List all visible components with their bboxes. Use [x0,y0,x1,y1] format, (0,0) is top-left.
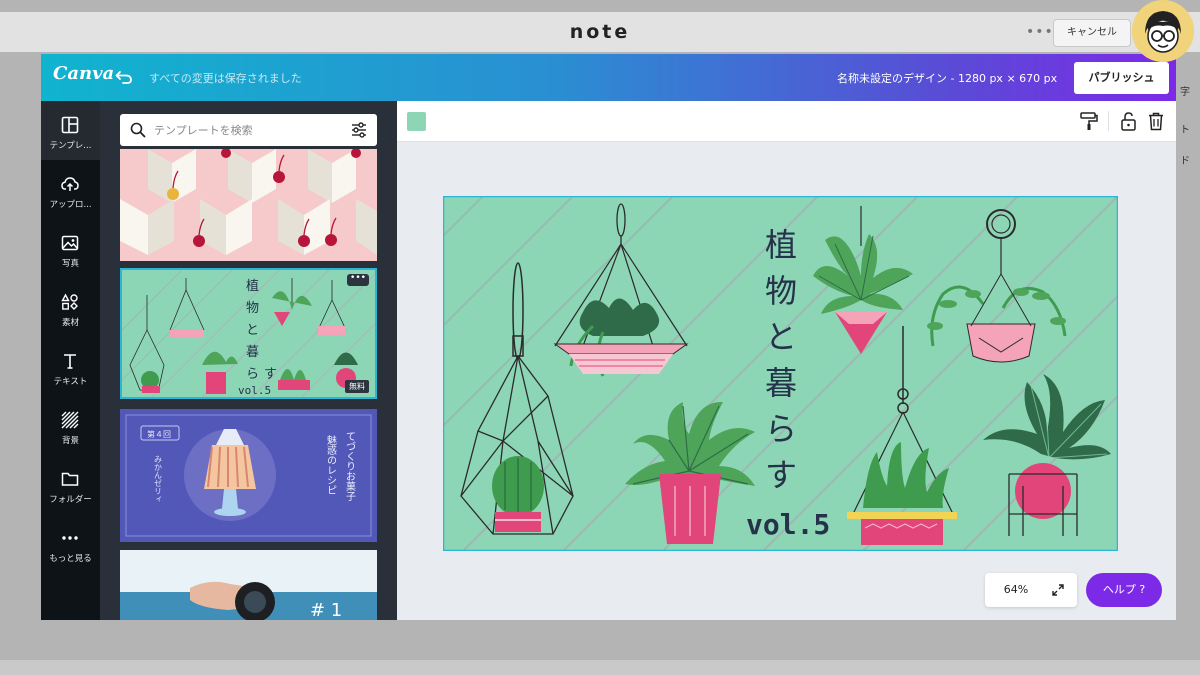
design-volume-text: vol.5 [746,508,830,541]
expand-icon[interactable] [1052,584,1064,596]
template-thumbnail-plants[interactable]: 植 物 と 暮 ら す vol.5 ••• 無料 [120,268,377,399]
sweets-title-line-2: 魅惑のレシピ [325,434,337,495]
note-more-icon[interactable]: ••• [1026,12,1054,52]
rail-label: 素材 [61,318,79,328]
toolbar-divider [1108,111,1109,131]
template-thumbnail-cherry[interactable] [120,149,377,261]
plants-thumbnail-image: 植 物 と 暮 ら す vol.5 [122,270,375,397]
template-icon [61,116,79,134]
sweets-title-line-1: てづくりお菓子 [344,431,356,501]
sweets-subtitle: みかんゼリィ [154,455,163,503]
rail-item-background[interactable]: 背景 [41,401,100,456]
help-button[interactable]: ヘルプ ? [1086,573,1162,607]
rail-item-text[interactable]: テキスト [41,342,100,397]
cancel-button[interactable]: キャンセル [1053,19,1131,47]
sweets-thumbnail-image: 第４回 みかんゼリィ てづくりお菓子 魅惑のレシピ [120,409,377,542]
title-char-5: ら [765,410,797,448]
note-logo: note [569,21,631,43]
upload-icon [61,177,79,191]
text-icon [64,354,76,369]
rail-item-elements[interactable]: 素材 [41,283,100,338]
title-char-3: と [765,318,797,356]
plants-thumb-vol: vol.5 [238,384,271,397]
design-title[interactable]: 名称未設定のデザイン - 1280 px × 670 px [837,70,1057,86]
photo-thumb-number: # 1 [310,600,342,620]
plants-thumb-title-2: 物 [246,301,259,316]
background-color-swatch[interactable] [407,112,426,131]
zoom-level[interactable]: 64% [985,573,1047,607]
folder-icon [61,472,79,486]
unlock-icon[interactable] [1120,111,1138,131]
more-icon [62,536,78,540]
side-text-peek: ド [1180,156,1190,167]
title-char-4: 暮 [765,364,797,402]
rail-label: テキスト [53,377,88,387]
photo-icon [61,235,79,251]
rail-item-folder[interactable]: フォルダー [41,460,100,515]
template-thumbnail-photo[interactable]: # 1 [120,550,377,620]
filter-icon[interactable] [350,121,368,139]
sweets-episode-badge: 第４回 [147,429,171,439]
left-rail: テンプレ... アップロ... 写真 素材 テキスト 背景 フォルダー もっと見… [41,101,100,620]
plants-thumb-title-1: 植 [246,279,259,294]
editor-toolbar [397,101,1176,142]
cherry-pattern-image [120,149,377,261]
paint-roller-icon[interactable] [1079,111,1099,131]
free-badge: 無料 [345,380,369,393]
template-search-input[interactable] [154,120,344,140]
side-text-peek: ト [1180,125,1190,136]
elements-icon [61,293,78,310]
note-header: note ••• キャンセル [0,12,1200,52]
plants-thumb-title-6: す [264,367,277,382]
canva-logo[interactable]: Canva [53,63,114,84]
plants-thumb-title-3: と [246,323,259,338]
canva-editor-modal: Canva すべての変更は保存されました 名称未設定のデザイン - 1280 p… [41,54,1176,620]
side-text-peek: 字 [1180,87,1190,98]
trash-icon[interactable] [1147,111,1165,131]
rail-item-uploads[interactable]: アップロ... [41,165,100,220]
rail-label: 背景 [61,436,79,446]
search-icon [130,122,146,138]
save-status: すべての変更は保存されました [149,72,302,85]
background-icon [61,411,79,429]
template-search-box [120,114,377,146]
title-char-6: す [765,456,797,494]
photo-thumbnail-image: # 1 [120,550,377,620]
title-char-1: 植 [765,226,797,264]
title-char-2: 物 [765,272,797,310]
template-more-button[interactable]: ••• [347,274,369,286]
zoom-control[interactable]: 64% [985,573,1077,607]
rail-label: 写真 [61,259,79,269]
plants-thumb-title-5: ら [246,367,259,382]
avatar[interactable] [1132,0,1194,62]
canva-top-bar: Canva すべての変更は保存されました 名称未設定のデザイン - 1280 p… [41,54,1176,101]
rail-label: アップロ... [49,200,92,210]
rail-label: フォルダー [49,495,92,505]
template-panel: 植 物 と 暮 ら す vol.5 ••• 無料 第４回 [100,101,397,620]
template-thumbnail-sweets[interactable]: 第４回 みかんゼリィ てづくりお菓子 魅惑のレシピ [120,409,377,542]
rail-label: テンプレ... [49,141,92,151]
undo-icon[interactable] [115,68,133,86]
rail-item-templates[interactable]: テンプレ... [41,106,100,161]
rail-label: もっと見る [49,554,92,564]
rail-item-photos[interactable]: 写真 [41,224,100,279]
page-footer-strip [0,660,1200,675]
publish-button[interactable]: パブリッシュ [1074,62,1169,94]
plants-thumb-title-4: 暮 [246,345,259,360]
editor-area: 植 物 と 暮 ら す vol.5 64% ヘルプ ? [397,101,1176,620]
rail-item-more[interactable]: もっと見る [41,519,100,574]
design-canvas[interactable]: 植 物 と 暮 ら す vol.5 [443,196,1118,551]
avatar-illustration [1132,0,1194,62]
